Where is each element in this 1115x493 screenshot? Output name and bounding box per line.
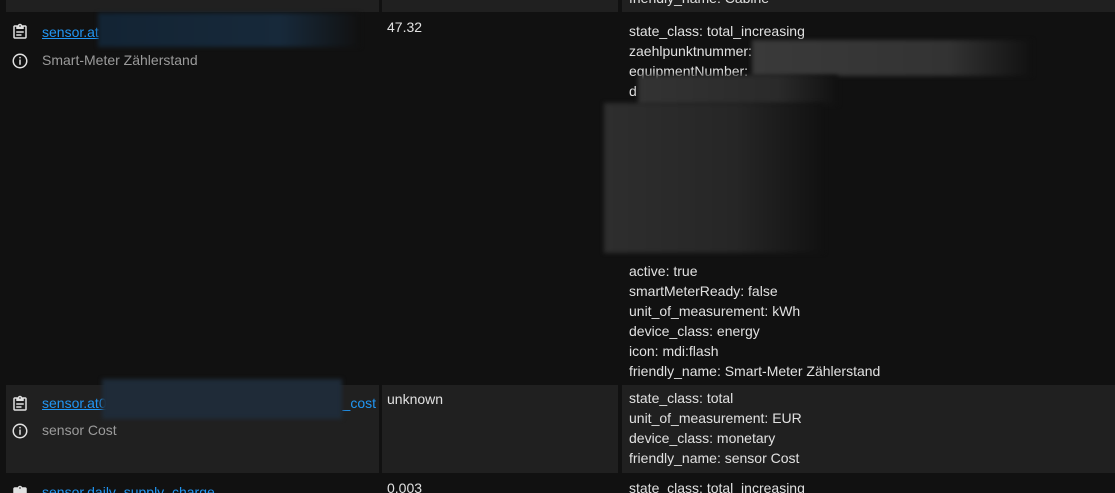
table-row: sensor.daily_supply_charge 0.003 state_c…: [0, 475, 1115, 493]
table-row: sensor.at0 _cost sensor Cost unknown stat…: [0, 379, 1115, 473]
entity-cell: sensor.at0 _cost sensor Cost: [6, 379, 379, 473]
redacted-region: [604, 103, 824, 253]
entity-cell: [6, 0, 379, 12]
attribute-line: state_class: total_increasing: [629, 23, 805, 39]
attribute-line: device_class: energy: [629, 323, 760, 339]
attribute-line: active: true: [629, 263, 698, 279]
attribute-line: unit_of_measurement: kWh: [629, 303, 801, 319]
state-value: unknown: [382, 385, 618, 473]
entity-id-suffix: _cost: [342, 395, 376, 411]
redacted-region: [102, 379, 342, 419]
entity-id-link[interactable]: sensor.daily_supply_charge: [42, 484, 215, 493]
attribute-line: state_class: total_increasing: [629, 480, 805, 493]
clipboard-copy-icon[interactable]: [11, 395, 29, 413]
entity-id-link[interactable]: sensor.at: [42, 24, 99, 40]
attribute-line: icon: mdi:flash: [629, 343, 719, 359]
state-cell: [382, 0, 618, 12]
table-row: friendly_name: Cabine: [0, 0, 1115, 12]
friendly-name: Smart-Meter Zählerstand: [42, 52, 198, 68]
attribute-line: smartMeterReady: false: [629, 283, 778, 299]
entity-cell: sensor.at Smart-Meter Zählerstand: [6, 13, 379, 384]
attributes-cell: friendly_name: Cabine: [622, 0, 1115, 12]
redacted-region: [638, 75, 838, 105]
clipboard-copy-icon[interactable]: [11, 23, 29, 41]
entity-id-prefix: sensor.at0: [42, 395, 107, 411]
redacted-region: [752, 40, 1032, 76]
attribute-line: unit_of_measurement: EUR: [629, 410, 802, 426]
clipboard-copy-icon[interactable]: [11, 485, 29, 493]
state-value: 47.32: [387, 19, 423, 35]
table-row: sensor.at Smart-Meter Zählerstand 47.32 …: [0, 13, 1115, 384]
info-icon[interactable]: [11, 52, 29, 70]
attribute-line: friendly_name: Smart-Meter Zählerstand: [629, 363, 881, 379]
state-value: 0.003: [387, 480, 423, 493]
redacted-region: [98, 13, 360, 47]
attribute-line: state_class: total: [629, 390, 734, 406]
friendly-name: sensor Cost: [42, 422, 117, 438]
attribute-line: friendly_name: Cabine: [629, 0, 769, 8]
attribute-line: device_class: monetary: [629, 430, 776, 446]
attribute-line: friendly_name: sensor Cost: [629, 450, 800, 466]
info-icon[interactable]: [11, 422, 29, 440]
attributes-cell: state_class: total unit_of_measurement: …: [622, 385, 1115, 473]
